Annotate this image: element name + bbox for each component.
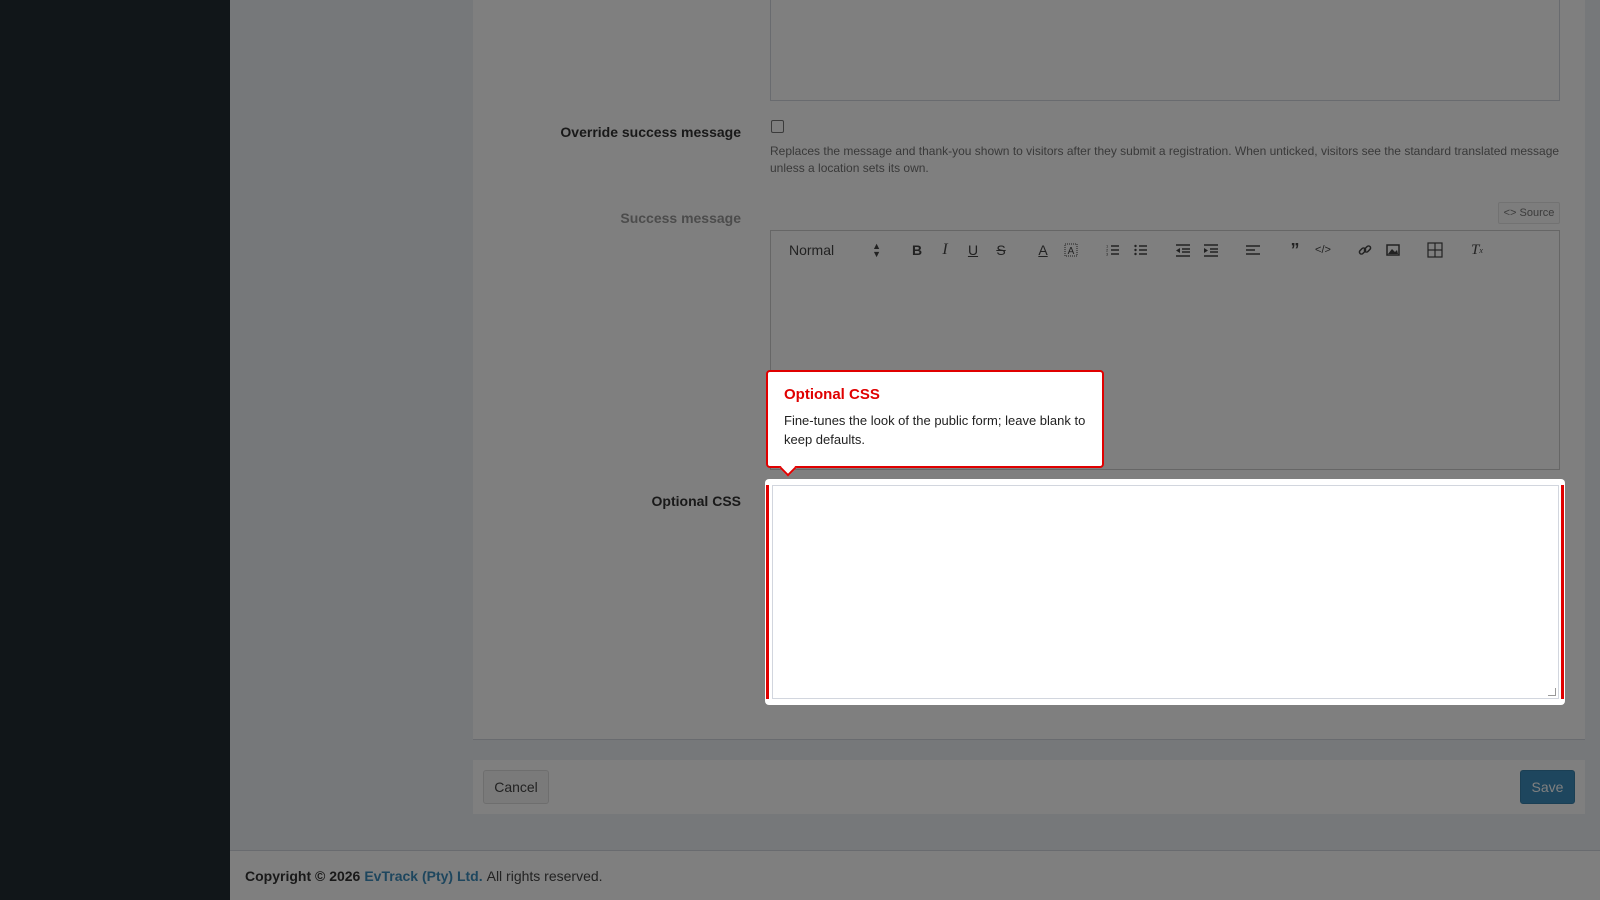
resize-grip-icon[interactable] xyxy=(1548,688,1556,696)
tooltip-text: Fine-tunes the look of the public form; … xyxy=(784,413,1086,447)
tooltip-title: Optional CSS xyxy=(784,386,880,403)
optional-css-textarea[interactable] xyxy=(772,485,1559,699)
highlight-bar-right xyxy=(1561,485,1564,699)
highlight-bar-left xyxy=(766,485,769,699)
guide-tooltip: Optional CSS Fine-tunes the look of the … xyxy=(766,370,1104,477)
